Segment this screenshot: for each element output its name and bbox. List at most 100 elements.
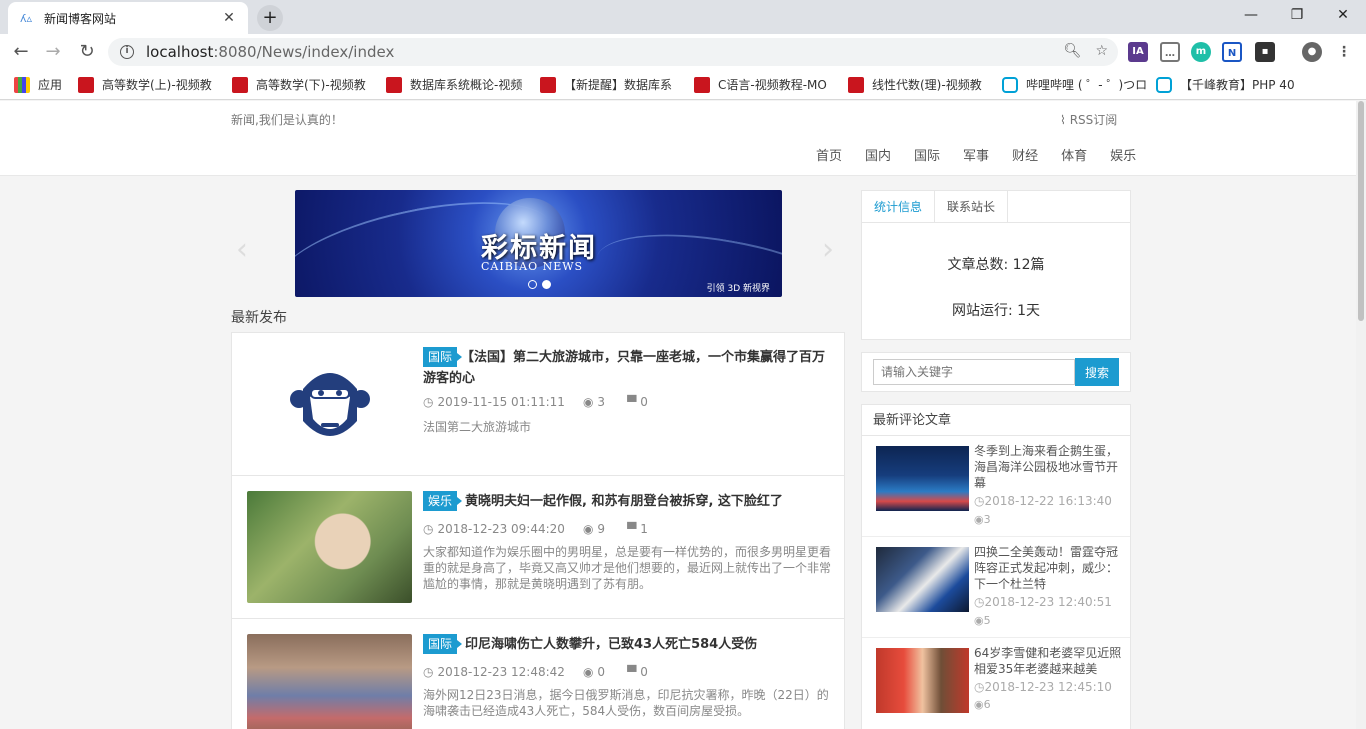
bookmark-label: 高等数学(上)-视频教: [102, 78, 212, 92]
red-bookmark-icon: [78, 76, 94, 93]
comment-icon: ▀: [627, 522, 637, 536]
clock-icon: ◷: [423, 395, 434, 409]
comment-article-thumbnail[interactable]: [876, 547, 969, 612]
eye-icon: ◉: [974, 698, 984, 711]
bookmark-item[interactable]: 线性代数(理)-视频教: [848, 76, 982, 93]
new-tab-button[interactable]: +: [257, 5, 283, 31]
comment-article-date: ◷2018-12-23 12:45:10: [974, 680, 1112, 694]
article-views: 0: [597, 665, 606, 679]
views-text: 6: [983, 698, 991, 711]
extension-chat-icon[interactable]: …: [1160, 42, 1180, 62]
minimize-icon[interactable]: —: [1228, 0, 1274, 30]
search-input[interactable]: [873, 359, 1075, 385]
article-title[interactable]: 黄晓明夫妇一起作假, 和苏有朋登台被拆穿, 这下脸红了: [423, 491, 833, 512]
bookmark-apps[interactable]: 应用: [14, 76, 62, 93]
date-text: 2018-12-23 12:45:10: [984, 680, 1112, 694]
comment-article-item[interactable]: 64岁李雪健和老婆罕见近照 相爱35年老婆越来越美 ◷2018-12-23 12…: [862, 638, 1130, 729]
extension-n-icon[interactable]: N: [1222, 42, 1242, 62]
nav-item-home[interactable]: 首页: [816, 145, 842, 164]
slider-dot[interactable]: [528, 280, 537, 289]
bookmark-label: C语言-视频教程-MO: [718, 78, 827, 92]
eye-icon: ◉: [974, 614, 984, 627]
comment-article-title[interactable]: 四换二全美轰动！雷霆夺冠阵容正式发起冲刺，威少：下一个杜兰特: [974, 544, 1122, 592]
nav-item-sports[interactable]: 体育: [1061, 145, 1087, 164]
bookmark-label: 【新提醒】数据库系: [564, 78, 673, 92]
back-icon[interactable]: ←: [8, 40, 34, 64]
article-thumbnail[interactable]: [247, 348, 412, 460]
page-scrollbar[interactable]: [1356, 101, 1366, 729]
slider-dot-active[interactable]: [542, 280, 551, 289]
red-bookmark-icon: [232, 76, 248, 93]
article-thumbnail[interactable]: [247, 491, 412, 603]
tab-contact[interactable]: 联系站长: [935, 191, 1009, 222]
rss-label: RSS订阅: [1069, 113, 1118, 127]
bookmark-label: 高等数学(下)-视频教: [256, 78, 366, 92]
forward-icon[interactable]: →: [40, 40, 66, 64]
article-title[interactable]: 印尼海啸伤亡人数攀升，已致43人死亡584人受伤: [423, 634, 833, 655]
slider-prev-icon[interactable]: ‹: [236, 232, 248, 267]
menu-kebab-icon[interactable]: ⋮: [1334, 42, 1354, 62]
comment-article-thumbnail[interactable]: [876, 446, 969, 511]
extension-dark-icon[interactable]: ▪: [1255, 42, 1275, 62]
bookmark-label: 应用: [38, 78, 63, 92]
extension-m-icon[interactable]: m: [1191, 42, 1211, 62]
article-card[interactable]: 国际 印尼海啸伤亡人数攀升，已致43人死亡584人受伤 ◷ 2018-12-23…: [231, 618, 845, 729]
rss-link[interactable]: ⌇ RSS订阅: [1060, 111, 1117, 128]
banner-slider[interactable]: 彩标新闻 CAIBIAO NEWS 引领 3D 新视界: [295, 190, 782, 297]
bilibili-icon: [1156, 76, 1172, 93]
window-close-icon[interactable]: ✕: [1320, 0, 1366, 30]
zoom-icon[interactable]: 🔍︎: [1064, 43, 1082, 59]
bookmark-item[interactable]: 【千峰教育】PHP 40: [1156, 76, 1295, 93]
nav-item-international[interactable]: 国际: [914, 145, 940, 164]
article-thumbnail[interactable]: [247, 634, 412, 729]
nav-item-finance[interactable]: 财经: [1012, 145, 1038, 164]
tab-stats[interactable]: 统计信息: [862, 191, 936, 222]
bookmarks-bar: 应用 高等数学(上)-视频教 高等数学(下)-视频教 数据库系统概论-视频 【新…: [0, 70, 1366, 100]
site-favicon-icon: ʎ▵: [19, 11, 33, 25]
url-path: :8080/News/index/index: [213, 43, 395, 61]
search-panel: 搜索: [861, 352, 1131, 392]
article-card[interactable]: 国际 【法国】第二大旅游城市，只靠一座老城，一个市集赢得了百万游客的心 ◷ 20…: [231, 332, 845, 476]
bookmark-item[interactable]: 数据库系统概论-视频: [386, 76, 522, 93]
article-meta: ◷ 2018-12-23 09:44:20 ◉ 9 ▀ 1: [423, 522, 648, 536]
slider-next-icon[interactable]: ›: [822, 232, 834, 267]
comment-article-item[interactable]: 冬季到上海来看企鹅生蛋，海昌海洋公园极地冰雪节开幕 ◷2018-12-22 16…: [862, 436, 1130, 537]
comment-article-item[interactable]: 四换二全美轰动！雷霆夺冠阵容正式发起冲刺，威少：下一个杜兰特 ◷2018-12-…: [862, 537, 1130, 638]
bookmark-item[interactable]: 高等数学(下)-视频教: [232, 76, 366, 93]
article-title[interactable]: 【法国】第二大旅游城市，只靠一座老城，一个市集赢得了百万游客的心: [423, 347, 833, 389]
article-views: 3: [597, 395, 606, 409]
eye-icon: ◉: [582, 665, 594, 679]
search-button[interactable]: 搜索: [1075, 358, 1119, 386]
clock-icon: ◷: [423, 665, 434, 679]
nav-item-domestic[interactable]: 国内: [865, 145, 891, 164]
banner-subtitle: CAIBIAO NEWS: [481, 260, 584, 273]
comment-article-thumbnail[interactable]: [876, 648, 969, 713]
article-summary: 法国第二大旅游城市: [423, 420, 532, 434]
nav-item-military[interactable]: 军事: [963, 145, 989, 164]
bookmark-item[interactable]: 哔哩哔哩 ( ゜- ゜)つロ: [1002, 76, 1147, 93]
article-meta: ◷ 2019-11-15 01:11:11 ◉ 3 ▀ 0: [423, 395, 648, 409]
star-bookmark-icon[interactable]: ☆: [1095, 43, 1108, 59]
bookmark-label: 线性代数(理)-视频教: [872, 78, 982, 92]
bookmark-item[interactable]: 【新提醒】数据库系: [540, 76, 672, 93]
reload-icon[interactable]: ↻: [74, 40, 100, 64]
browser-tab[interactable]: ʎ▵ 新闻博客网站 ✕: [8, 2, 248, 34]
nav-item-entertainment[interactable]: 娱乐: [1110, 145, 1136, 164]
bookmark-label: 哔哩哔哩 ( ゜- ゜)つロ: [1026, 78, 1148, 92]
article-card[interactable]: 娱乐 黄晓明夫妇一起作假, 和苏有朋登台被拆穿, 这下脸红了 ◷ 2018-12…: [231, 475, 845, 619]
url-text: localhost:8080/News/index/index: [146, 43, 394, 61]
bookmark-item[interactable]: C语言-视频教程-MO: [694, 76, 827, 93]
extension-ia-icon[interactable]: IA: [1128, 42, 1148, 62]
comment-article-title[interactable]: 64岁李雪健和老婆罕见近照 相爱35年老婆越来越美: [974, 645, 1122, 677]
address-bar[interactable]: i localhost:8080/News/index/index 🔍︎ ☆: [108, 38, 1118, 66]
tab-close-icon[interactable]: ✕: [220, 10, 238, 26]
address-toolbar: ← → ↻ i localhost:8080/News/index/index …: [0, 34, 1366, 70]
bookmark-item[interactable]: 高等数学(上)-视频教: [78, 76, 212, 93]
profile-avatar-icon[interactable]: ●: [1302, 42, 1322, 62]
site-info-icon[interactable]: i: [120, 45, 134, 59]
maximize-icon[interactable]: ❐: [1274, 0, 1320, 30]
recent-comments-panel: 最新评论文章 冬季到上海来看企鹅生蛋，海昌海洋公园极地冰雪节开幕 ◷2018-1…: [861, 404, 1131, 729]
comment-article-title[interactable]: 冬季到上海来看企鹅生蛋，海昌海洋公园极地冰雪节开幕: [974, 443, 1122, 491]
scrollbar-thumb[interactable]: [1358, 101, 1364, 321]
slider-dots: [528, 280, 551, 289]
